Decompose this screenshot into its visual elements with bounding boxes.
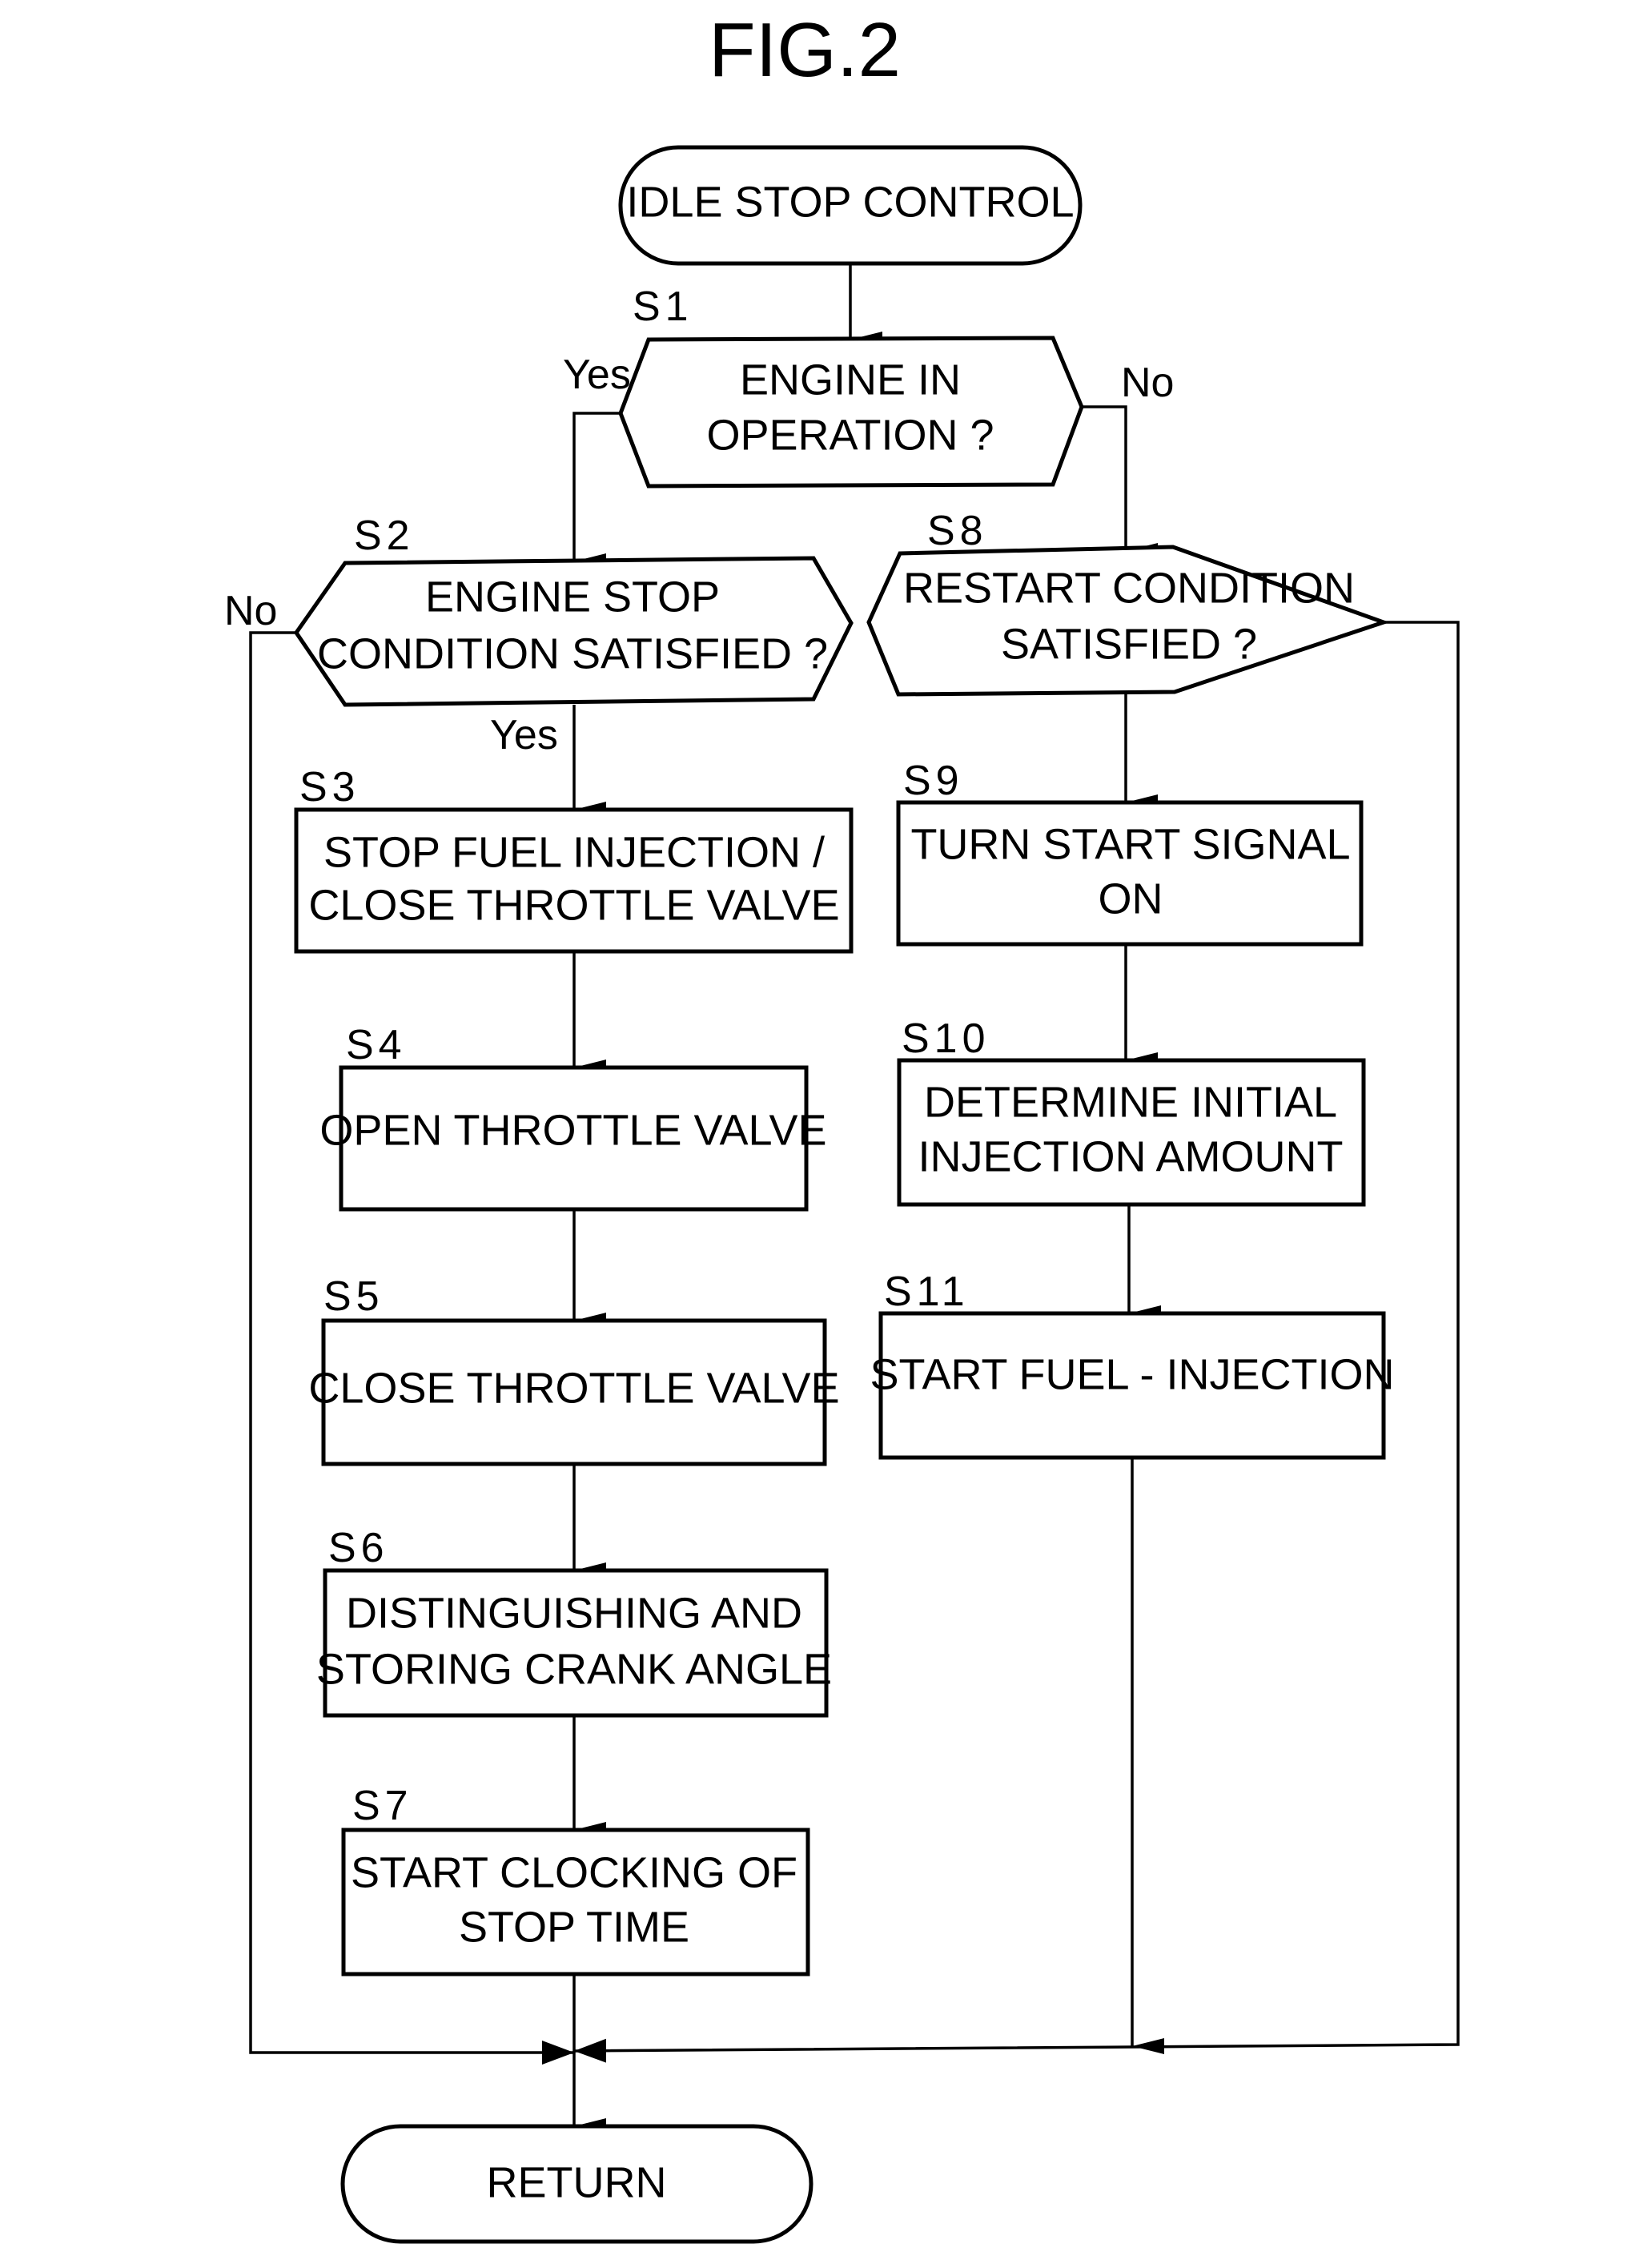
flowchart: FIG.2 IDLE STOP CONTROL S1 ENGINE IN OPE…: [224, 7, 1460, 2244]
step-text-line: CLOSE THROTTLE VALVE: [308, 1364, 839, 1412]
start-terminator: IDLE STOP CONTROL: [618, 145, 1083, 266]
step-id: S3: [299, 764, 360, 810]
end-terminator: RETURN: [340, 2124, 814, 2244]
step-s10: S10 DETERMINE INITIAL INJECTION AMOUNT: [897, 1015, 1366, 1207]
step-id: S9: [903, 758, 964, 804]
step-text-line: START CLOCKING OF: [351, 1848, 797, 1896]
end-label: RETURN: [487, 2158, 667, 2206]
step-id: S6: [328, 1525, 389, 1571]
step-id: S11: [884, 1269, 970, 1315]
step-text-line: TURN START SIGNAL: [910, 820, 1350, 868]
step-text-line: START FUEL - INJECTION: [870, 1350, 1394, 1398]
step-text-line: DETERMINE INITIAL: [924, 1078, 1337, 1126]
yes-label: Yes: [563, 352, 631, 398]
step-text-line: ENGINE STOP: [425, 573, 720, 621]
step-s1: S1 ENGINE IN OPERATION ? Yes No: [563, 284, 1174, 489]
step-text-line: RESTART CONDITION: [903, 564, 1355, 612]
no-label: No: [1121, 360, 1174, 406]
step-text-line: SATISFIED ?: [1001, 620, 1257, 668]
step-text-line: ON: [1099, 875, 1163, 923]
figure-title: FIG.2: [709, 7, 901, 93]
step-text-line: CLOSE THROTTLE VALVE: [308, 881, 839, 929]
step-id: S8: [927, 508, 988, 554]
start-label: IDLE STOP CONTROL: [626, 178, 1074, 226]
step-text-line: DISTINGUISHING AND: [346, 1589, 802, 1637]
step-text-line: OPERATION ?: [706, 411, 994, 459]
yes-label: Yes: [490, 712, 558, 758]
step-id: S2: [354, 513, 415, 559]
step-text-line: STORING CRANK ANGLE: [316, 1645, 832, 1693]
step-text-line: OPEN THROTTLE VALVE: [319, 1106, 826, 1154]
no-label: No: [224, 588, 277, 634]
step-id: S4: [346, 1022, 407, 1068]
step-s9: S9 TURN START SIGNAL ON: [896, 758, 1364, 947]
step-s2: S2 ENGINE STOP CONDITION SATISFIED ? No …: [224, 513, 854, 758]
step-id: S7: [352, 1783, 413, 1829]
step-s7: S7 START CLOCKING OF STOP TIME: [341, 1783, 810, 1976]
step-text-line: CONDITION SATISFIED ?: [317, 629, 828, 678]
step-s11: S11 START FUEL - INJECTION: [870, 1269, 1395, 1460]
step-id: S1: [633, 284, 693, 330]
step-text-line: INJECTION AMOUNT: [918, 1132, 1343, 1180]
step-text-line: STOP TIME: [459, 1903, 689, 1951]
step-id: S5: [323, 1273, 384, 1320]
arrow-s1-yes-to-s2: [572, 412, 621, 569]
step-text-line: STOP FUEL INJECTION /: [323, 828, 825, 876]
step-id: S10: [902, 1015, 990, 1062]
step-text-line: ENGINE IN: [740, 356, 961, 404]
arrow-s1-no-to-s8: [1082, 405, 1158, 559]
